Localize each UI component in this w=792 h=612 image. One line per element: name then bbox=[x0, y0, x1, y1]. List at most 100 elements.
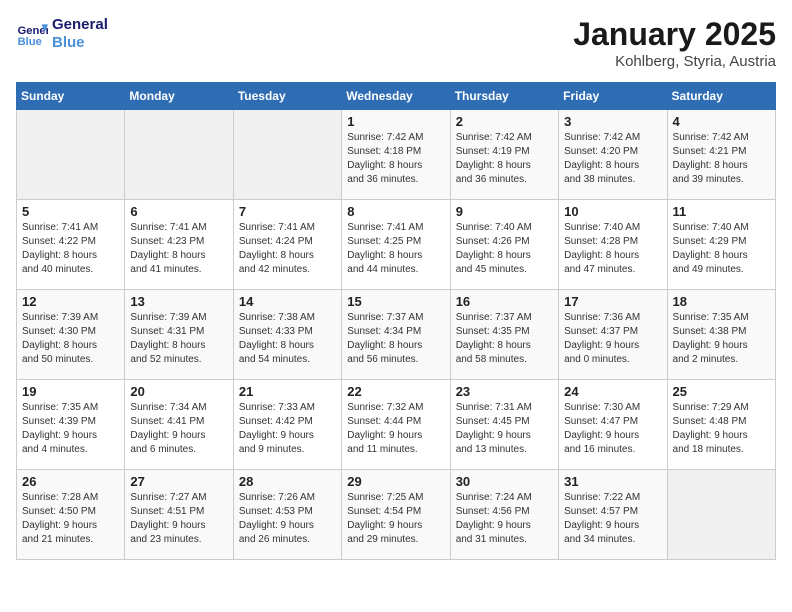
day-detail: Sunrise: 7:27 AM Sunset: 4:51 PM Dayligh… bbox=[130, 491, 227, 547]
calendar-cell: 19 Sunrise: 7:35 AM Sunset: 4:39 PM Dayli… bbox=[17, 380, 125, 470]
calendar-cell bbox=[233, 110, 341, 200]
weekday-header: Friday bbox=[559, 83, 667, 110]
day-detail: Sunrise: 7:32 AM Sunset: 4:44 PM Dayligh… bbox=[347, 401, 444, 457]
calendar-cell: 22 Sunrise: 7:32 AM Sunset: 4:44 PM Dayli… bbox=[342, 380, 450, 470]
calendar-cell: 18 Sunrise: 7:35 AM Sunset: 4:38 PM Dayli… bbox=[667, 290, 775, 380]
day-detail: Sunrise: 7:26 AM Sunset: 4:53 PM Dayligh… bbox=[239, 491, 336, 547]
calendar-cell: 9 Sunrise: 7:40 AM Sunset: 4:26 PM Daylig… bbox=[450, 200, 558, 290]
day-detail: Sunrise: 7:37 AM Sunset: 4:35 PM Dayligh… bbox=[456, 311, 553, 367]
calendar-cell bbox=[667, 470, 775, 560]
day-number: 9 bbox=[456, 204, 553, 219]
day-number: 8 bbox=[347, 204, 444, 219]
calendar-cell: 15 Sunrise: 7:37 AM Sunset: 4:34 PM Dayli… bbox=[342, 290, 450, 380]
logo-text: General bbox=[52, 16, 108, 34]
day-detail: Sunrise: 7:35 AM Sunset: 4:39 PM Dayligh… bbox=[22, 401, 119, 457]
day-detail: Sunrise: 7:40 AM Sunset: 4:26 PM Dayligh… bbox=[456, 221, 553, 277]
day-number: 16 bbox=[456, 294, 553, 309]
calendar-cell: 4 Sunrise: 7:42 AM Sunset: 4:21 PM Daylig… bbox=[667, 110, 775, 200]
calendar-week-row: 1 Sunrise: 7:42 AM Sunset: 4:18 PM Daylig… bbox=[17, 110, 776, 200]
calendar-cell bbox=[17, 110, 125, 200]
calendar-week-row: 19 Sunrise: 7:35 AM Sunset: 4:39 PM Dayli… bbox=[17, 380, 776, 470]
calendar-week-row: 5 Sunrise: 7:41 AM Sunset: 4:22 PM Daylig… bbox=[17, 200, 776, 290]
day-number: 14 bbox=[239, 294, 336, 309]
day-number: 29 bbox=[347, 474, 444, 489]
day-number: 5 bbox=[22, 204, 119, 219]
day-detail: Sunrise: 7:41 AM Sunset: 4:25 PM Dayligh… bbox=[347, 221, 444, 277]
logo: General Blue General Blue bbox=[16, 16, 108, 52]
day-detail: Sunrise: 7:42 AM Sunset: 4:19 PM Dayligh… bbox=[456, 131, 553, 187]
calendar-cell: 21Sunrise: 7:33 AM Sunset: 4:42 PM Dayli… bbox=[233, 380, 341, 470]
day-detail: Sunrise: 7:42 AM Sunset: 4:21 PM Dayligh… bbox=[673, 131, 770, 187]
calendar-cell: 23 Sunrise: 7:31 AM Sunset: 4:45 PM Dayli… bbox=[450, 380, 558, 470]
day-detail: Sunrise: 7:31 AM Sunset: 4:45 PM Dayligh… bbox=[456, 401, 553, 457]
day-number: 13 bbox=[130, 294, 227, 309]
calendar-cell: 16 Sunrise: 7:37 AM Sunset: 4:35 PM Dayli… bbox=[450, 290, 558, 380]
weekday-header: Saturday bbox=[667, 83, 775, 110]
day-number: 28 bbox=[239, 474, 336, 489]
day-detail: Sunrise: 7:34 AM Sunset: 4:41 PM Dayligh… bbox=[130, 401, 227, 457]
calendar-cell: 20 Sunrise: 7:34 AM Sunset: 4:41 PM Dayli… bbox=[125, 380, 233, 470]
calendar-cell: 14 Sunrise: 7:38 AM Sunset: 4:33 PM Dayli… bbox=[233, 290, 341, 380]
day-detail: Sunrise: 7:39 AM Sunset: 4:31 PM Dayligh… bbox=[130, 311, 227, 367]
day-number: 10 bbox=[564, 204, 661, 219]
day-detail: Sunrise: 7:41 AM Sunset: 4:24 PM Dayligh… bbox=[239, 221, 336, 277]
day-detail: Sunrise: 7:35 AM Sunset: 4:38 PM Dayligh… bbox=[673, 311, 770, 367]
calendar-table: SundayMondayTuesdayWednesdayThursdayFrid… bbox=[16, 82, 776, 560]
calendar-cell: 7 Sunrise: 7:41 AM Sunset: 4:24 PM Daylig… bbox=[233, 200, 341, 290]
calendar-cell: 26Sunrise: 7:28 AM Sunset: 4:50 PM Dayli… bbox=[17, 470, 125, 560]
weekday-header: Sunday bbox=[17, 83, 125, 110]
day-number: 31 bbox=[564, 474, 661, 489]
day-number: 25 bbox=[673, 384, 770, 399]
day-number: 24 bbox=[564, 384, 661, 399]
day-detail: Sunrise: 7:25 AM Sunset: 4:54 PM Dayligh… bbox=[347, 491, 444, 547]
day-number: 12 bbox=[22, 294, 119, 309]
day-number: 22 bbox=[347, 384, 444, 399]
day-detail: Sunrise: 7:41 AM Sunset: 4:23 PM Dayligh… bbox=[130, 221, 227, 277]
weekday-header: Tuesday bbox=[233, 83, 341, 110]
calendar-cell: 24 Sunrise: 7:30 AM Sunset: 4:47 PM Dayli… bbox=[559, 380, 667, 470]
day-detail: Sunrise: 7:42 AM Sunset: 4:20 PM Dayligh… bbox=[564, 131, 661, 187]
day-number: 15 bbox=[347, 294, 444, 309]
calendar-cell: 6 Sunrise: 7:41 AM Sunset: 4:23 PM Daylig… bbox=[125, 200, 233, 290]
day-number: 20 bbox=[130, 384, 227, 399]
day-detail: Sunrise: 7:40 AM Sunset: 4:29 PM Dayligh… bbox=[673, 221, 770, 277]
day-detail: Sunrise: 7:30 AM Sunset: 4:47 PM Dayligh… bbox=[564, 401, 661, 457]
day-number: 6 bbox=[130, 204, 227, 219]
calendar-header: SundayMondayTuesdayWednesdayThursdayFrid… bbox=[17, 83, 776, 110]
calendar-week-row: 26Sunrise: 7:28 AM Sunset: 4:50 PM Dayli… bbox=[17, 470, 776, 560]
calendar-cell: 27Sunrise: 7:27 AM Sunset: 4:51 PM Dayli… bbox=[125, 470, 233, 560]
day-number: 18 bbox=[673, 294, 770, 309]
day-number: 4 bbox=[673, 114, 770, 129]
logo-subtext: Blue bbox=[52, 34, 108, 52]
calendar-cell: 5 Sunrise: 7:41 AM Sunset: 4:22 PM Daylig… bbox=[17, 200, 125, 290]
calendar-cell: 11Sunrise: 7:40 AM Sunset: 4:29 PM Dayli… bbox=[667, 200, 775, 290]
day-detail: Sunrise: 7:24 AM Sunset: 4:56 PM Dayligh… bbox=[456, 491, 553, 547]
day-number: 17 bbox=[564, 294, 661, 309]
day-detail: Sunrise: 7:29 AM Sunset: 4:48 PM Dayligh… bbox=[673, 401, 770, 457]
day-number: 3 bbox=[564, 114, 661, 129]
day-detail: Sunrise: 7:37 AM Sunset: 4:34 PM Dayligh… bbox=[347, 311, 444, 367]
day-detail: Sunrise: 7:40 AM Sunset: 4:28 PM Dayligh… bbox=[564, 221, 661, 277]
day-number: 23 bbox=[456, 384, 553, 399]
weekday-row: SundayMondayTuesdayWednesdayThursdayFrid… bbox=[17, 83, 776, 110]
day-detail: Sunrise: 7:38 AM Sunset: 4:33 PM Dayligh… bbox=[239, 311, 336, 367]
calendar-cell: 17Sunrise: 7:36 AM Sunset: 4:37 PM Dayli… bbox=[559, 290, 667, 380]
day-detail: Sunrise: 7:41 AM Sunset: 4:22 PM Dayligh… bbox=[22, 221, 119, 277]
month-title: January 2025 bbox=[573, 16, 776, 53]
calendar-cell: 29 Sunrise: 7:25 AM Sunset: 4:54 PM Dayli… bbox=[342, 470, 450, 560]
calendar-cell: 2 Sunrise: 7:42 AM Sunset: 4:19 PM Daylig… bbox=[450, 110, 558, 200]
calendar-body: 1 Sunrise: 7:42 AM Sunset: 4:18 PM Daylig… bbox=[17, 110, 776, 560]
calendar-cell: 13 Sunrise: 7:39 AM Sunset: 4:31 PM Dayli… bbox=[125, 290, 233, 380]
calendar-cell: 3 Sunrise: 7:42 AM Sunset: 4:20 PM Daylig… bbox=[559, 110, 667, 200]
day-number: 7 bbox=[239, 204, 336, 219]
day-number: 1 bbox=[347, 114, 444, 129]
day-detail: Sunrise: 7:22 AM Sunset: 4:57 PM Dayligh… bbox=[564, 491, 661, 547]
page-header: General Blue General Blue January 2025 K… bbox=[16, 16, 776, 70]
location: Kohlberg, Styria, Austria bbox=[573, 53, 776, 70]
weekday-header: Thursday bbox=[450, 83, 558, 110]
day-number: 19 bbox=[22, 384, 119, 399]
calendar-cell: 10 Sunrise: 7:40 AM Sunset: 4:28 PM Dayli… bbox=[559, 200, 667, 290]
day-detail: Sunrise: 7:42 AM Sunset: 4:18 PM Dayligh… bbox=[347, 131, 444, 187]
day-number: 21 bbox=[239, 384, 336, 399]
day-number: 2 bbox=[456, 114, 553, 129]
